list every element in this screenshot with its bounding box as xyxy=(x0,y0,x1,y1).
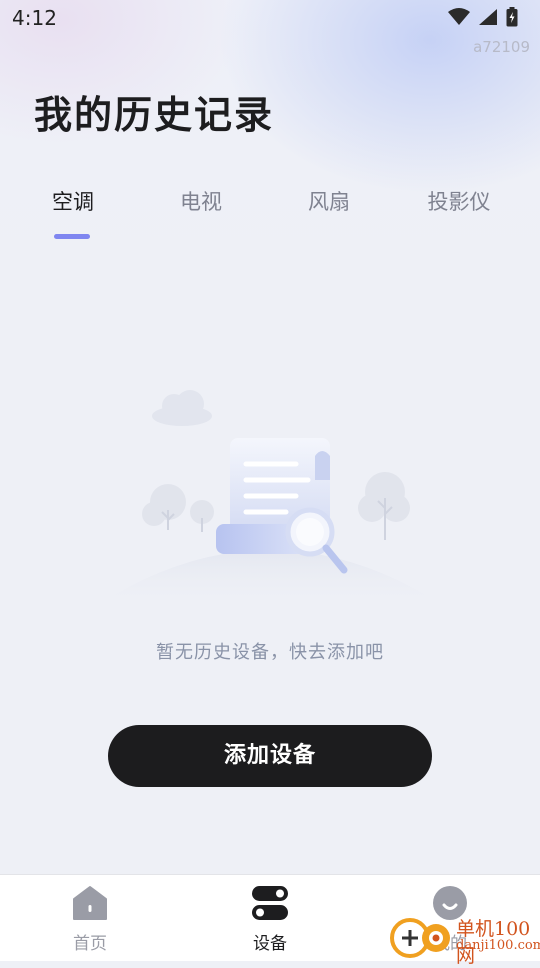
device-toggle-icon xyxy=(252,886,288,920)
page-title: 我的历史记录 xyxy=(34,93,275,137)
brand-url: danji100.com xyxy=(456,938,540,953)
nav-label-home: 首页 xyxy=(73,934,107,954)
add-device-button[interactable]: 添加设备 xyxy=(108,725,432,787)
wifi-icon xyxy=(448,8,470,25)
status-time: 4:12 xyxy=(12,6,57,30)
home-icon xyxy=(73,886,107,920)
battery-icon xyxy=(506,7,518,27)
tab-projector[interactable]: 投影仪 xyxy=(394,186,524,226)
cellular-signal-icon xyxy=(479,9,497,25)
empty-state-message: 暂无历史设备，快去添加吧 xyxy=(156,642,384,663)
brand-logo-icon xyxy=(390,918,450,958)
tab-air-conditioner[interactable]: 空调 xyxy=(8,186,138,226)
nav-item-home[interactable]: 首页 xyxy=(30,875,150,961)
brand-watermark: 单机100网 danji100.com xyxy=(388,912,540,967)
status-bar: 4:12 xyxy=(0,0,540,36)
version-watermark: a72109 xyxy=(473,38,530,56)
nav-item-devices[interactable]: 设备 xyxy=(210,875,330,961)
status-icons xyxy=(448,7,518,27)
tab-fan[interactable]: 风扇 xyxy=(264,186,394,226)
tab-tv[interactable]: 电视 xyxy=(136,186,266,226)
device-type-tabs: 空调 电视 风扇 投影仪 xyxy=(0,186,540,246)
nav-label-devices: 设备 xyxy=(253,934,287,954)
active-tab-indicator xyxy=(54,234,90,239)
document-search-icon xyxy=(90,390,450,610)
